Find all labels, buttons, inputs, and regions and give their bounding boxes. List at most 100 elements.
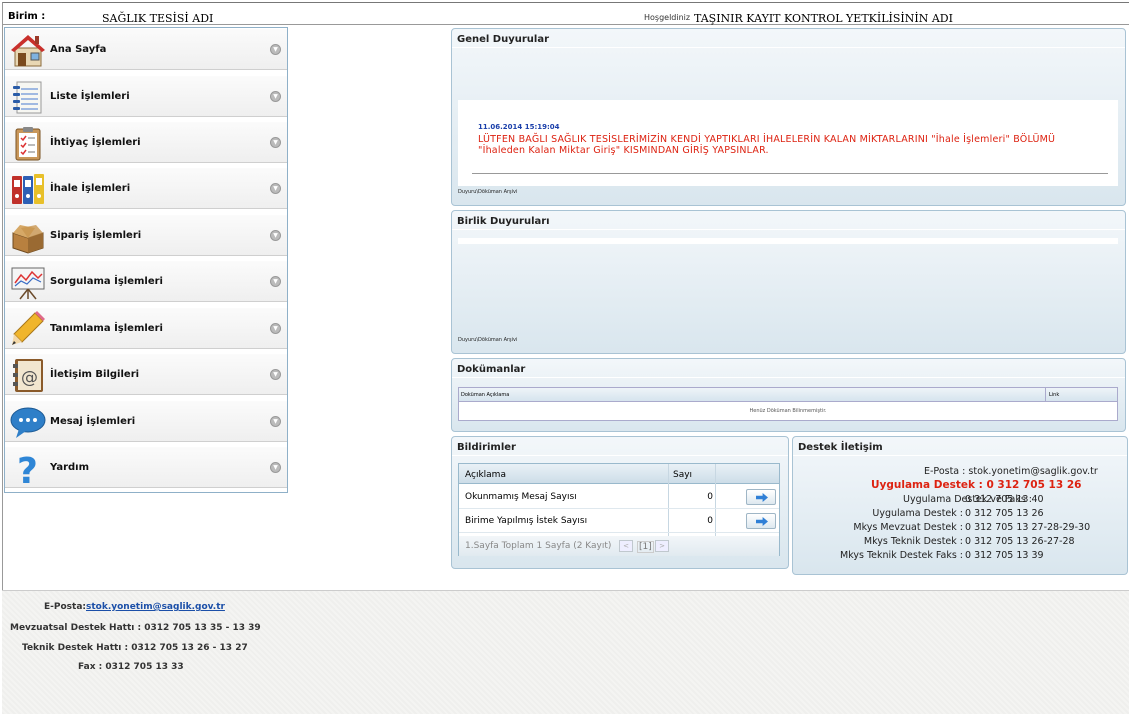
support-line-label: Uygulama Destek : bbox=[872, 508, 963, 519]
sidebar-item-tanimlama-islemleri[interactable]: Tanımlama İşlemleri bbox=[5, 307, 287, 349]
sidebar-menu: Ana Sayfa Liste İşlemleri İhtiyaç İşleml… bbox=[4, 27, 288, 493]
question-mark-icon: ? bbox=[17, 451, 38, 487]
chevron-down-icon[interactable] bbox=[270, 91, 281, 102]
footer-email-label: E-Posta: bbox=[44, 602, 86, 612]
go-arrow-button[interactable] bbox=[746, 513, 776, 529]
chevron-down-icon[interactable] bbox=[270, 137, 281, 148]
divider bbox=[793, 455, 1127, 456]
next-page-button[interactable]: > bbox=[655, 540, 669, 552]
birim-value: SAĞLIK TESİSİ ADI bbox=[102, 12, 214, 25]
panel-title: Destek İletişim bbox=[798, 442, 883, 453]
announcement-box: 11.06.2014 15:19:04 LÜTFEN BAĞLI SAĞLIK … bbox=[458, 100, 1118, 186]
sidebar-item-ana-sayfa[interactable]: Ana Sayfa bbox=[5, 28, 287, 70]
footer-fax: Fax : 0312 705 13 33 bbox=[78, 662, 184, 672]
support-line-value: 0 312 705 13 27-28-29-30 bbox=[965, 522, 1091, 533]
speech-bubble-icon bbox=[10, 407, 46, 438]
sidebar-item-liste-islemleri[interactable]: Liste İşlemleri bbox=[5, 75, 287, 117]
support-line-label: Mkys Teknik Destek : bbox=[863, 536, 963, 547]
chart-easel-icon bbox=[11, 267, 45, 300]
chevron-down-icon[interactable] bbox=[270, 183, 281, 194]
sidebar-item-label: İhtiyaç İşlemleri bbox=[50, 137, 141, 148]
column-header-sayi[interactable]: Sayı bbox=[673, 470, 692, 480]
documents-table: Doküman Açıklama Link Henüz Döküman Bili… bbox=[458, 387, 1118, 421]
support-line: Mkys Teknik Destek Faks : bbox=[840, 550, 963, 561]
chevron-down-icon[interactable] bbox=[270, 462, 281, 473]
page-info: 1.Sayfa Toplam 1 Sayfa (2 Kayıt) bbox=[465, 541, 612, 551]
sidebar-item-label: Liste İşlemleri bbox=[50, 91, 130, 102]
support-line: Mkys Mevzuat Destek : bbox=[853, 522, 963, 533]
panel-title: Bildirimler bbox=[457, 442, 516, 453]
support-line-value: 0 312 705 13 26 bbox=[965, 508, 1044, 519]
panel-title: Genel Duyurular bbox=[457, 34, 550, 45]
sidebar-item-sorgulama-islemleri[interactable]: Sorgulama İşlemleri bbox=[5, 260, 287, 302]
sidebar-item-label: Tanımlama İşlemleri bbox=[50, 323, 163, 334]
birim-label: Birim : bbox=[8, 11, 46, 22]
support-line-value: 0 312 705 13 26-27-28 bbox=[965, 536, 1075, 547]
support-email-line: E-Posta : stok.yonetim@saglik.gov.tr bbox=[924, 466, 1098, 477]
chevron-down-icon[interactable] bbox=[270, 416, 281, 427]
support-line-value: 0 312 705 13 39 bbox=[965, 550, 1044, 561]
divider bbox=[452, 47, 1125, 48]
welcome-text: Hoşgeldiniz bbox=[644, 13, 691, 22]
chevron-down-icon[interactable] bbox=[270, 230, 281, 241]
empty-message: Henüz Döküman Bilinmemiştir. bbox=[749, 408, 827, 414]
prev-page-button[interactable]: < bbox=[619, 540, 633, 552]
user-name: TAŞINIR KAYIT KONTROL YETKİLİSİNİN ADI bbox=[694, 12, 953, 25]
chevron-down-icon[interactable] bbox=[270, 323, 281, 334]
sidebar-item-label: Yardım bbox=[50, 462, 90, 473]
table-header: Doküman Açıklama Link bbox=[459, 388, 1117, 402]
support-line-label: Mkys Teknik Destek Faks : bbox=[840, 550, 963, 561]
sidebar-item-label: İletişim Bilgileri bbox=[50, 369, 140, 380]
notebook-icon bbox=[13, 81, 42, 114]
destek-iletisim-panel: Destek İletişim E-Posta : stok.yonetim@s… bbox=[792, 436, 1128, 575]
announcement-text: LÜTFEN BAĞLI SAĞLIK TESİSLERİMİZİN KENDİ… bbox=[478, 134, 1056, 156]
sidebar-item-iletisim-bilgileri[interactable]: @ İletişim Bilgileri bbox=[5, 353, 287, 395]
sidebar-item-label: Sorgulama İşlemleri bbox=[50, 276, 163, 287]
archive-link[interactable]: Duyuru\Döküman Arşivi bbox=[458, 337, 517, 343]
chevron-down-icon[interactable] bbox=[270, 44, 281, 55]
go-arrow-button[interactable] bbox=[746, 489, 776, 505]
current-page[interactable]: [1] bbox=[637, 541, 654, 553]
sidebar-item-label: Ana Sayfa bbox=[50, 44, 107, 55]
uygulama-destek-highlight: Uygulama Destek : 0 312 705 13 26 bbox=[871, 479, 1082, 491]
header-bar: Birim : SAĞLIK TESİSİ ADI Hoşgeldiniz TA… bbox=[2, 2, 1129, 25]
row-label: Okunmamış Mesaj Sayısı bbox=[465, 492, 577, 502]
column-header-description[interactable]: Doküman Açıklama bbox=[461, 392, 509, 398]
svg-text:@: @ bbox=[21, 368, 38, 388]
row-label: Birime Yapılmış İstek Sayısı bbox=[465, 516, 588, 526]
address-book-icon: @ bbox=[13, 359, 43, 392]
column-header-link[interactable]: Link bbox=[1049, 392, 1059, 398]
row-count: 0 bbox=[707, 516, 713, 526]
divider bbox=[452, 229, 1125, 230]
support-email-value[interactable]: stok.yonetim@saglik.gov.tr bbox=[968, 466, 1097, 477]
table-row: Okunmamış Mesaj Sayısı 0 bbox=[459, 485, 779, 509]
genel-duyurular-panel: Genel Duyurular 11.06.2014 15:19:04 LÜTF… bbox=[451, 28, 1126, 206]
panel-title: Birlik Duyuruları bbox=[457, 216, 550, 227]
column-header-aciklama[interactable]: Açıklama bbox=[465, 470, 506, 480]
dokumanlar-panel: Dokümanlar Doküman Açıklama Link Henüz D… bbox=[451, 358, 1126, 432]
sidebar-item-siparis-islemleri[interactable]: Sipariş İşlemleri bbox=[5, 214, 287, 256]
announcement-box bbox=[458, 238, 1118, 244]
panel-title: Dokümanlar bbox=[457, 364, 526, 375]
clipboard-checklist-icon bbox=[15, 127, 41, 161]
table-header: Açıklama Sayı bbox=[459, 464, 779, 484]
pencil-icon bbox=[12, 311, 45, 345]
sidebar-item-ihtiyac-islemleri[interactable]: İhtiyaç İşlemleri bbox=[5, 121, 287, 163]
footer-email-link[interactable]: stok.yonetim@saglik.gov.tr bbox=[86, 602, 225, 612]
sidebar-item-mesaj-islemleri[interactable]: Mesaj İşlemleri bbox=[5, 400, 287, 442]
chevron-down-icon[interactable] bbox=[270, 276, 281, 287]
chevron-down-icon[interactable] bbox=[270, 369, 281, 380]
table-row: Birime Yapılmış İstek Sayısı 0 bbox=[459, 509, 779, 533]
sidebar-item-ihale-islemleri[interactable]: İhale İşlemleri bbox=[5, 167, 287, 209]
footer: E-Posta:stok.yonetim@saglik.gov.tr Mevzu… bbox=[2, 590, 1129, 714]
support-line: Uygulama Destek : bbox=[872, 508, 963, 519]
open-box-icon bbox=[12, 225, 44, 254]
svg-text:?: ? bbox=[17, 451, 38, 487]
divider bbox=[452, 455, 788, 456]
announcement-date: 11.06.2014 15:19:04 bbox=[478, 123, 560, 131]
left-border bbox=[2, 25, 3, 590]
archive-link[interactable]: Duyuru\Döküman Arşivi bbox=[458, 189, 517, 195]
sidebar-item-yardim[interactable]: ? Yardım bbox=[5, 446, 287, 488]
sidebar-item-label: Mesaj İşlemleri bbox=[50, 416, 136, 427]
binders-icon bbox=[12, 174, 44, 204]
